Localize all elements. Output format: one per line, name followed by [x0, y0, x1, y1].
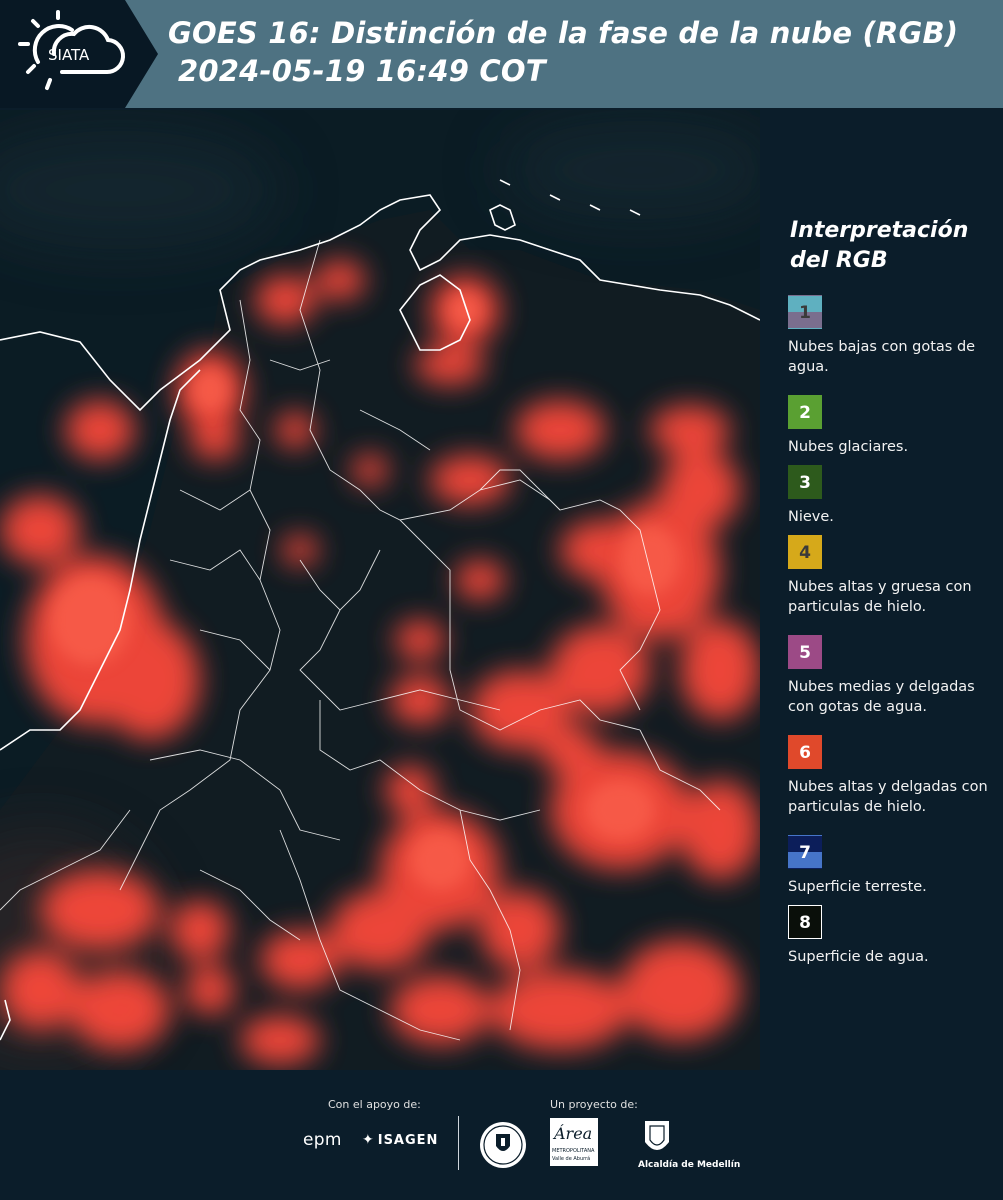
- legend-swatch: 5: [788, 635, 822, 669]
- legend-title: Interpretación del RGB: [790, 216, 990, 276]
- page-title: GOES 16: Distinción de la fase de la nub…: [168, 16, 959, 50]
- isagen-star-icon: ✦: [362, 1132, 375, 1148]
- page-datetime: 2024-05-19 16:49 COT: [178, 54, 546, 88]
- map-image: [0, 110, 760, 1070]
- siata-logo-text: SIATA: [48, 46, 90, 64]
- legend-swatch: 6: [788, 735, 822, 769]
- legend-title-line1: Interpretación: [790, 218, 969, 243]
- legend-swatch: 8: [788, 905, 822, 939]
- siata-logo: SIATA: [18, 10, 125, 90]
- alcaldia-medellin-logo: Alcaldía de Medellín: [638, 1118, 740, 1174]
- legend-item: 8 Superficie de agua.: [788, 905, 998, 967]
- legend-panel: Interpretación del RGB 1 Nubes bajas con …: [760, 108, 1003, 1068]
- legend-number: 5: [799, 643, 811, 663]
- legend-label: Superficie terreste.: [788, 879, 927, 895]
- legend-swatch: 3: [788, 465, 822, 499]
- legend-label: Nieve.: [788, 509, 834, 525]
- legend-label: Superficie de agua.: [788, 949, 929, 965]
- legend-label: Nubes glaciares.: [788, 439, 909, 455]
- area-logo-sub1: METROPOLITANA: [552, 1148, 595, 1154]
- legend-item: 5 Nubes medias y delgadas con gotas de ag…: [788, 635, 998, 717]
- footer: Con el apoyo de: Un proyecto de: epm ✦ IS…: [0, 1070, 1003, 1200]
- area-logo-box: Área METROPOLITANA Valle de Aburrá: [550, 1118, 598, 1166]
- area-metropolitana-logo: Área METROPOLITANA Valle de Aburrá: [550, 1118, 602, 1170]
- legend-label: Nubes medias y delgadas con gotas de agu…: [788, 679, 975, 715]
- legend-item: 2 Nubes glaciares.: [788, 395, 998, 457]
- epm-logo: epm: [303, 1130, 342, 1150]
- legend-item: 1 Nubes bajas con gotas de agua.: [788, 295, 998, 377]
- isagen-logo: ✦ ISAGEN: [362, 1132, 438, 1148]
- legend-item: 6 Nubes altas y delgadas con particulas d…: [788, 735, 998, 817]
- legend-number: 2: [799, 403, 811, 423]
- area-logo-text: Área: [554, 1124, 593, 1143]
- isagen-logo-text: ISAGEN: [377, 1133, 439, 1148]
- legend-number: 4: [799, 543, 811, 563]
- legend-item: 7 Superficie terreste.: [788, 835, 998, 897]
- legend-number: 1: [799, 303, 811, 323]
- project-label: Un proyecto de:: [550, 1098, 638, 1111]
- area-logo-sub2: Valle de Aburrá: [552, 1156, 591, 1162]
- satellite-map: [0, 110, 760, 1070]
- medellin-logo-text: Alcaldía de Medellín: [638, 1160, 741, 1170]
- legend-swatch: 4: [788, 535, 822, 569]
- legend-label: Nubes bajas con gotas de agua.: [788, 339, 976, 375]
- legend-label: Nubes altas y gruesa con particulas de h…: [788, 579, 972, 615]
- legend-item: 4 Nubes altas y gruesa con particulas de …: [788, 535, 998, 617]
- legend-number: 6: [799, 743, 811, 763]
- legend-number: 7: [799, 843, 811, 863]
- legend-number: 3: [799, 473, 811, 493]
- legend-label: Nubes altas y delgadas con particulas de…: [788, 779, 988, 815]
- support-label: Con el apoyo de:: [328, 1098, 421, 1111]
- legend-item: 3 Nieve.: [788, 465, 998, 527]
- legend-swatch: 2: [788, 395, 822, 429]
- legend-swatch: 1: [788, 295, 822, 329]
- legend-swatch: 7: [788, 835, 822, 869]
- legend-number: 8: [799, 913, 811, 933]
- footer-divider: [458, 1116, 459, 1170]
- university-seal-icon: [480, 1122, 526, 1168]
- legend-title-line2: del RGB: [790, 248, 888, 273]
- medellin-shield-icon: [645, 1121, 669, 1150]
- header: SIATA GOES 16: Distinción de la fase de …: [0, 0, 1003, 108]
